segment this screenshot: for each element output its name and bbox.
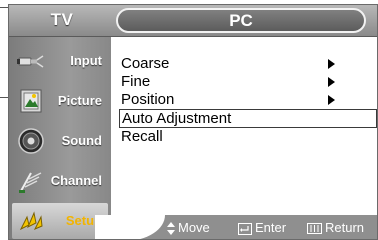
menu-list: Coarse Fine Position Auto Adjustment Rec… [111, 37, 377, 215]
menu-item-label: Coarse [121, 55, 170, 72]
move-hint-label: Move [178, 220, 210, 235]
button-hint-bar: Move Enter Return [95, 215, 377, 239]
arrow-right-icon [328, 95, 335, 105]
picture-icon [20, 89, 42, 113]
sidebar-item-channel[interactable]: Channel [12, 163, 108, 199]
return-hint: Return [307, 220, 364, 236]
menu-item-label: Position [121, 91, 175, 108]
menu-item-label: Auto Adjustment [122, 110, 232, 127]
menu-header: TV PC [9, 5, 377, 37]
enter-icon [238, 222, 252, 235]
antenna-icon [19, 172, 42, 193]
sidebar-item-picture[interactable]: Picture [12, 83, 108, 119]
setup-icon [19, 211, 43, 231]
menu-item-position[interactable]: Position [121, 91, 371, 109]
speaker-icon [18, 128, 44, 154]
menu-title: PC [229, 11, 253, 30]
menu-item-label: Fine [121, 73, 151, 90]
tv-label: TV [50, 10, 74, 29]
enter-hint-label: Enter [255, 220, 287, 235]
menu-item-auto-adjustment[interactable]: Auto Adjustment [119, 109, 377, 128]
return-menu-icon [307, 223, 322, 235]
osd-menu-window: TV PC Input Picture Sound Channel Setup … [8, 4, 378, 240]
hint-bar-curve [95, 215, 165, 239]
return-hint-label: Return [325, 220, 365, 235]
menu-item-coarse[interactable]: Coarse [121, 55, 371, 73]
input-plug-icon [17, 55, 44, 68]
sidebar-item-label: Sound [61, 133, 102, 148]
menu-item-fine[interactable]: Fine [121, 73, 371, 91]
margin-tick [0, 7, 8, 8]
sidebar-item-sound[interactable]: Sound [12, 123, 108, 159]
menu-item-label: Recall [121, 128, 163, 145]
sidebar-item-input[interactable]: Input [12, 43, 108, 79]
margin-tick [0, 97, 8, 98]
up-down-arrows-icon [167, 222, 175, 236]
arrow-right-icon [328, 59, 335, 69]
sidebar-item-label: Picture [57, 93, 102, 108]
move-hint: Move [167, 220, 210, 236]
sidebar-item-setup[interactable]: Setup [12, 203, 108, 239]
category-sidebar: Input Picture Sound Channel Setup [9, 37, 111, 239]
enter-hint: Enter [238, 220, 286, 236]
sidebar-item-label: Channel [50, 173, 102, 188]
sidebar-item-label: Input [70, 53, 102, 68]
menu-title-pill: PC [116, 8, 366, 33]
menu-item-recall[interactable]: Recall [121, 128, 371, 146]
arrow-right-icon [328, 77, 335, 87]
